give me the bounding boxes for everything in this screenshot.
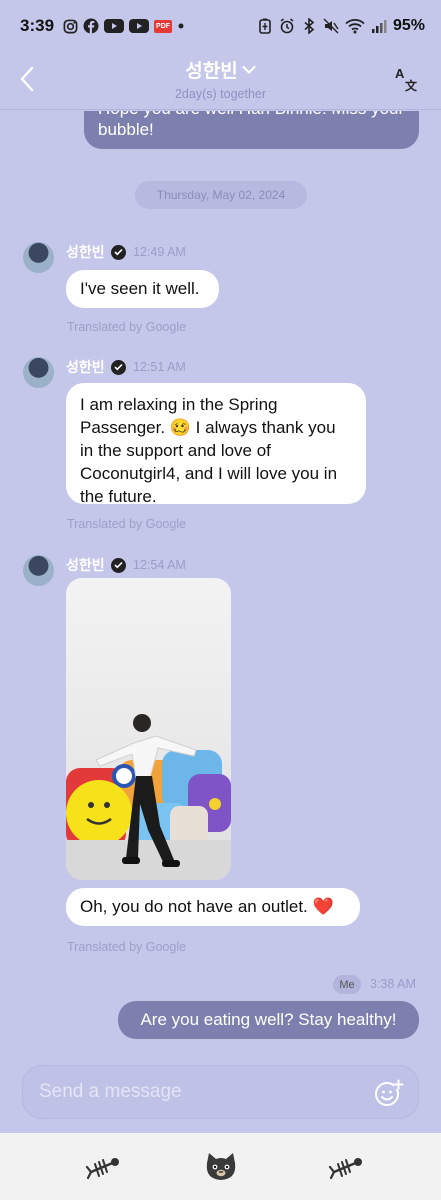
message-bubble[interactable]: Oh, you do not have an outlet. ❤️: [66, 888, 360, 926]
date-divider: Thursday, May 02, 2024: [135, 181, 307, 209]
verified-badge-icon: [110, 244, 126, 260]
my-message-text: Hope you are well Han Binnie! Miss your …: [98, 111, 404, 139]
youtube-icon: [129, 18, 150, 34]
chat-header: 성한빈 2day(s) together A 文: [0, 52, 441, 110]
translate-icon: A 文: [395, 66, 418, 93]
pdf-icon: PDF: [154, 15, 173, 37]
translate-button[interactable]: A 文: [393, 64, 423, 94]
svg-text:A: A: [395, 66, 405, 81]
photo-illustration: [66, 714, 231, 880]
together-days: 2day(s) together: [174, 87, 267, 101]
message-bubble[interactable]: I've seen it well.: [66, 270, 219, 308]
message-bubble[interactable]: I am relaxing in the Spring Passenger. 🥴…: [66, 383, 366, 506]
fishbone-icon: [85, 1158, 119, 1179]
alarm-icon: [279, 18, 295, 34]
avatar[interactable]: [23, 357, 54, 388]
message-time: 12:49 AM: [133, 245, 186, 259]
chat-title-text: 성한빈: [185, 61, 238, 82]
signal-icon: [371, 18, 387, 34]
avatar[interactable]: [23, 242, 54, 273]
fishbone-icon: [328, 1158, 362, 1179]
message-list[interactable]: Hope you are well Han Binnie! Miss your …: [0, 111, 441, 1064]
status-bar: 3:39 PDF 95%: [0, 0, 441, 52]
youtube-icon: [104, 18, 125, 34]
bluetooth-icon: [301, 18, 317, 34]
nav-right-button[interactable]: [328, 1151, 364, 1183]
my-message-bubble[interactable]: Hope you are well Han Binnie! Miss your …: [84, 111, 419, 149]
message-text: I've seen it well.: [80, 279, 200, 298]
chat-title-area[interactable]: 성한빈 2day(s) together: [0, 56, 441, 101]
mute-icon: [323, 18, 339, 34]
translated-by-label: Translated by Google: [67, 517, 187, 531]
cat-face-icon: [206, 1153, 236, 1180]
message-photo[interactable]: [66, 578, 231, 880]
notification-icons: PDF: [62, 15, 185, 37]
dot-icon: [177, 18, 185, 34]
translated-by-label: Translated by Google: [67, 940, 187, 954]
instagram-icon: [62, 18, 78, 34]
sender-name: 성한빈: [66, 242, 126, 262]
message-input[interactable]: [39, 1081, 359, 1103]
nav-center-button[interactable]: [203, 1151, 239, 1183]
message-time: 12:51 AM: [133, 360, 186, 374]
nav-left-button[interactable]: [85, 1151, 121, 1183]
sender-name: 성한빈: [66, 555, 126, 575]
message-time: 12:54 AM: [133, 558, 186, 572]
message-composer: [22, 1065, 419, 1119]
message-text: Oh, you do not have an outlet. ❤️: [80, 897, 334, 916]
translated-by-label: Translated by Google: [67, 320, 187, 334]
my-message-bubble[interactable]: Are you eating well? Stay healthy!: [118, 1001, 419, 1039]
avatar[interactable]: [23, 555, 54, 586]
verified-badge-icon: [110, 557, 126, 573]
status-time: 3:39: [20, 16, 55, 35]
my-message-text: Are you eating well? Stay healthy!: [140, 1010, 397, 1029]
facebook-icon: [83, 18, 99, 34]
message-time: 3:38 AM: [370, 977, 416, 991]
chat-title[interactable]: 성한빈: [185, 56, 256, 83]
emoji-add-icon: [375, 1079, 404, 1106]
system-icons: 95%: [257, 17, 425, 35]
battery-percent: 95%: [392, 17, 425, 34]
sender-name: 성한빈: [66, 357, 126, 377]
battery-saver-icon: [257, 18, 273, 34]
message-text: I am relaxing in the Spring Passenger. 🥴…: [80, 395, 338, 506]
chevron-down-icon: [242, 65, 256, 74]
svg-text:文: 文: [405, 78, 418, 93]
me-badge: Me: [333, 975, 361, 994]
wifi-icon: [345, 18, 365, 34]
verified-badge-icon: [110, 359, 126, 375]
bottom-nav: [0, 1133, 441, 1200]
emoji-button[interactable]: [374, 1078, 404, 1108]
